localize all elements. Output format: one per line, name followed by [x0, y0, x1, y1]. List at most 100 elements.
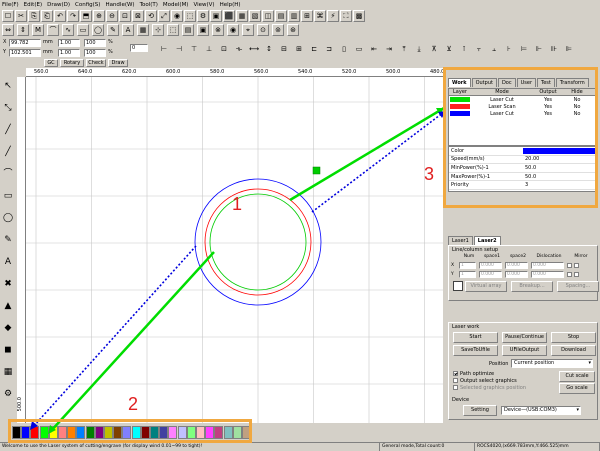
toolbar-tool-icon[interactable]: ⊗: [212, 24, 224, 36]
palette-swatch[interactable]: [94, 426, 104, 439]
option-checkbox[interactable]: [453, 378, 458, 383]
toolbar-tool-icon[interactable]: ⊙: [257, 24, 269, 36]
toolbar-tool-icon[interactable]: ↷: [67, 10, 79, 22]
palette-swatch[interactable]: [21, 426, 31, 439]
align-tool-icon[interactable]: ⤒: [398, 43, 410, 55]
palette-swatch[interactable]: [131, 426, 141, 439]
scale-button[interactable]: Go scale: [559, 383, 595, 394]
left-tool-icon[interactable]: A: [2, 255, 14, 269]
setting-button[interactable]: Setting: [463, 405, 497, 416]
toolbar-tool-icon[interactable]: ⌖: [242, 24, 254, 36]
palette-swatch[interactable]: [159, 426, 169, 439]
palette-swatch[interactable]: [205, 426, 215, 439]
work-button[interactable]: SaveToUfile: [453, 345, 498, 356]
mirror-checkbox[interactable]: [567, 272, 572, 277]
toolbar-tool-icon[interactable]: A: [122, 24, 134, 36]
draw-button[interactable]: Draw: [108, 59, 128, 67]
palette-swatch[interactable]: [85, 426, 95, 439]
align-tool-icon[interactable]: ⊼: [428, 43, 440, 55]
toolbar-tool-icon[interactable]: ▣: [210, 10, 222, 22]
property-row[interactable]: MinPower(%)-1 50.0: [449, 164, 597, 173]
align-tool-icon[interactable]: ⇥: [383, 43, 395, 55]
left-tool-icon[interactable]: ▲: [2, 299, 14, 313]
palette-swatch[interactable]: [168, 426, 178, 439]
device-select[interactable]: Device—(USB:COM3) ▾: [501, 406, 581, 415]
toolbar-tool-icon[interactable]: ⬒: [80, 10, 92, 22]
array-field[interactable]: 0.000: [531, 271, 564, 278]
toolbar-tool-icon[interactable]: ⇕: [17, 24, 29, 36]
position-select[interactable]: Current position ▾: [511, 359, 593, 368]
align-tool-icon[interactable]: ⊡: [218, 43, 230, 55]
mirror-checkbox[interactable]: [574, 263, 579, 268]
toolbar-tool-icon[interactable]: ∿: [62, 24, 74, 36]
tab-test[interactable]: Test: [537, 78, 555, 87]
left-tool-icon[interactable]: ◯: [2, 211, 14, 225]
array-field[interactable]: 0.000: [505, 271, 528, 278]
palette-swatch[interactable]: [196, 426, 205, 439]
align-tool-icon[interactable]: ⊣: [173, 43, 185, 55]
align-tool-icon[interactable]: ⤓: [413, 43, 425, 55]
toolbar-tool-icon[interactable]: ⇔: [2, 24, 14, 36]
align-tool-icon[interactable]: ⊻: [443, 43, 455, 55]
toolbar-tool-icon[interactable]: ⚡: [327, 10, 339, 22]
toolbar-tool-icon[interactable]: ▥: [288, 10, 300, 22]
toolbar-tool-icon[interactable]: ▭: [77, 24, 89, 36]
palette-swatch[interactable]: [12, 426, 21, 439]
mirror-checkbox[interactable]: [567, 263, 572, 268]
option-row[interactable]: Output select graphics: [453, 378, 553, 385]
array-field[interactable]: 0.000: [479, 271, 502, 278]
palette-swatch[interactable]: [150, 426, 159, 439]
toolbar-tool-icon[interactable]: ✂: [15, 10, 27, 22]
array-field[interactable]: 1: [459, 262, 476, 269]
width-field[interactable]: 1.00: [58, 39, 80, 47]
property-row[interactable]: MaxPower(%)-1 50.0: [449, 173, 597, 182]
align-tool-icon[interactable]: ⊏: [308, 43, 320, 55]
align-tool-icon[interactable]: ⊨: [518, 43, 530, 55]
array-field[interactable]: 0.000: [531, 262, 564, 269]
toolbar-tool-icon[interactable]: ⛶: [340, 10, 352, 22]
toolbar-tool-icon[interactable]: ⊚: [272, 24, 284, 36]
toolbar-tool-icon[interactable]: ◉: [227, 24, 239, 36]
left-tool-icon[interactable]: ✎: [2, 233, 14, 247]
align-tool-icon[interactable]: ⊫: [563, 43, 575, 55]
align-tool-icon[interactable]: ▭: [353, 43, 365, 55]
align-tool-icon[interactable]: ⟛: [233, 43, 245, 55]
toolbar-tool-icon[interactable]: ⤢: [158, 10, 170, 22]
option-checkbox[interactable]: [453, 385, 458, 390]
palette-swatch[interactable]: [223, 426, 233, 439]
tab-doc[interactable]: Doc: [497, 78, 516, 87]
left-tool-icon[interactable]: ▭: [2, 189, 14, 203]
property-row[interactable]: Priority 3: [449, 181, 597, 190]
align-tool-icon[interactable]: ⇤: [368, 43, 380, 55]
align-tool-icon[interactable]: ⫠: [488, 43, 500, 55]
palette-swatch[interactable]: [67, 426, 77, 439]
toolbar-tool-icon[interactable]: ⟲: [145, 10, 157, 22]
toolbar-tool-icon[interactable]: ⊡: [119, 10, 131, 22]
left-tool-icon[interactable]: ◼: [2, 343, 14, 357]
scale-x-field[interactable]: 100: [84, 39, 106, 47]
toolbar-tool-icon[interactable]: ▤: [275, 10, 287, 22]
property-row[interactable]: Color: [449, 147, 597, 156]
y-field[interactable]: 102.501: [9, 49, 41, 57]
toolbar-tool-icon[interactable]: ⚙: [197, 10, 209, 22]
work-button[interactable]: Download: [551, 345, 596, 356]
option-row[interactable]: Selected graphics position: [453, 385, 553, 392]
toolbar-tool-icon[interactable]: ↶: [54, 10, 66, 22]
rotate-field[interactable]: 0: [130, 44, 148, 52]
align-tool-icon[interactable]: ⊥: [203, 43, 215, 55]
align-tool-icon[interactable]: ⊩: [533, 43, 545, 55]
tab-user[interactable]: User: [516, 78, 537, 87]
drawing-canvas[interactable]: [26, 77, 443, 423]
array-field[interactable]: 0.000: [505, 262, 528, 269]
align-tool-icon[interactable]: ⊤: [188, 43, 200, 55]
align-tool-icon[interactable]: ⊪: [548, 43, 560, 55]
array-grid-icon[interactable]: [453, 281, 463, 291]
palette-swatch[interactable]: [104, 426, 113, 439]
toolbar-tool-icon[interactable]: ⬚: [167, 24, 179, 36]
toolbar-tool-icon[interactable]: ◯: [92, 24, 104, 36]
toolbar-tool-icon[interactable]: ✎: [107, 24, 119, 36]
menu-item[interactable]: Config(S): [75, 2, 100, 8]
array-button[interactable]: Breakup...: [511, 281, 553, 292]
palette-swatch[interactable]: [58, 426, 67, 439]
toolbar-tool-icon[interactable]: ⌒: [47, 24, 59, 36]
